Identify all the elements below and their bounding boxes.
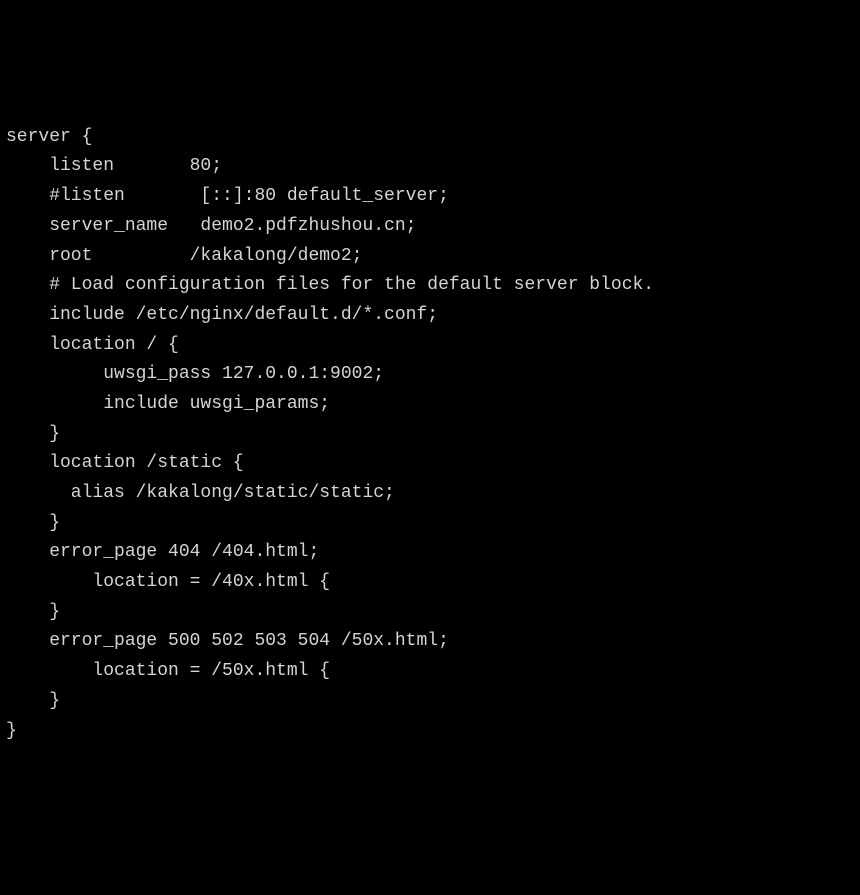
config-line: #listen [::]:80 default_server; bbox=[6, 182, 854, 212]
config-line: listen 80; bbox=[6, 152, 854, 182]
config-line: location = /50x.html { bbox=[6, 657, 854, 687]
config-line: # Load configuration files for the defau… bbox=[6, 271, 854, 301]
config-line: root /kakalong/demo2; bbox=[6, 242, 854, 272]
config-line: } bbox=[6, 420, 854, 450]
config-line: include /etc/nginx/default.d/*.conf; bbox=[6, 301, 854, 331]
config-line: location /static { bbox=[6, 449, 854, 479]
config-line: error_page 404 /404.html; bbox=[6, 538, 854, 568]
config-line: alias /kakalong/static/static; bbox=[6, 479, 854, 509]
config-line: location = /40x.html { bbox=[6, 568, 854, 598]
config-line: server { bbox=[6, 123, 854, 153]
config-line: error_page 500 502 503 504 /50x.html; bbox=[6, 627, 854, 657]
config-line: } bbox=[6, 717, 854, 747]
config-line: } bbox=[6, 687, 854, 717]
config-line: server_name demo2.pdfzhushou.cn; bbox=[6, 212, 854, 242]
config-line: location / { bbox=[6, 331, 854, 361]
terminal-config-view: server { listen 80; #listen [::]:80 defa… bbox=[6, 123, 854, 746]
config-line: } bbox=[6, 509, 854, 539]
config-line: include uwsgi_params; bbox=[6, 390, 854, 420]
config-line: } bbox=[6, 598, 854, 628]
config-line: uwsgi_pass 127.0.0.1:9002; bbox=[6, 360, 854, 390]
